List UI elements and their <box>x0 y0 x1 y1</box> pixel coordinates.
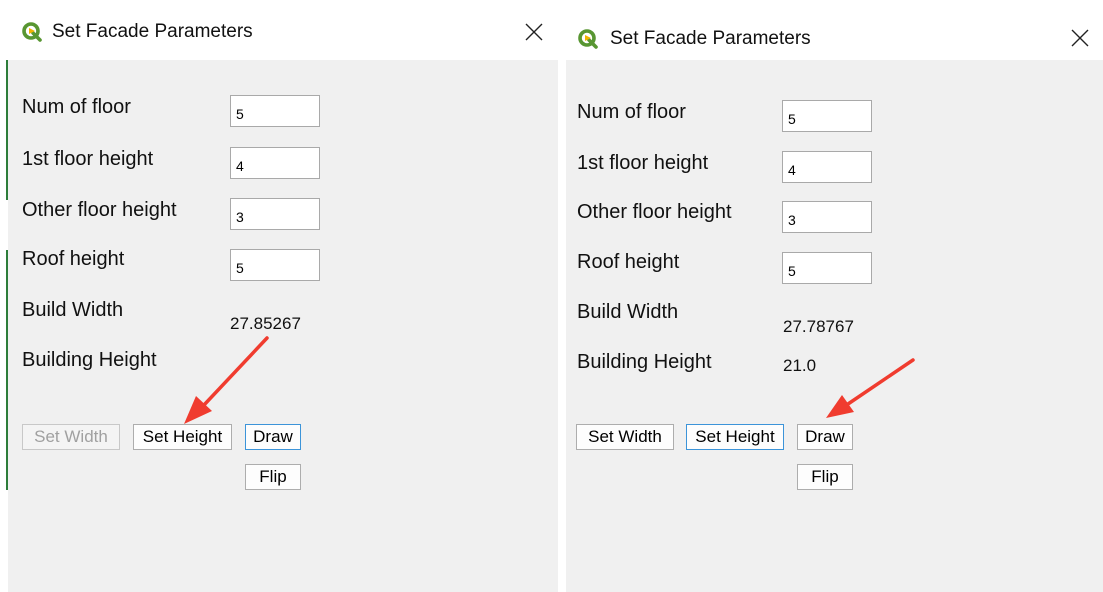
num-floor-label: Num of floor <box>577 101 686 123</box>
other-floor-height-input[interactable]: 3 <box>782 201 872 233</box>
background-window-edge <box>0 0 8 592</box>
close-icon[interactable] <box>1069 27 1091 49</box>
flip-button[interactable]: Flip <box>245 464 301 490</box>
qgis-logo-icon <box>578 29 598 49</box>
other-floor-height-label: Other floor height <box>22 199 177 221</box>
set-height-button[interactable]: Set Height <box>133 424 232 450</box>
qgis-logo-icon <box>22 22 42 42</box>
other-floor-height-label: Other floor height <box>577 201 732 223</box>
set-width-button[interactable]: Set Width <box>576 424 674 450</box>
flip-button[interactable]: Flip <box>797 464 853 490</box>
num-floor-input[interactable]: 5 <box>230 95 320 127</box>
build-width-label: Build Width <box>577 301 679 323</box>
building-height-value: 21.0 <box>783 356 817 375</box>
window-title: Set Facade Parameters <box>610 28 811 49</box>
draw-button[interactable]: Draw <box>797 424 853 450</box>
build-width-value: 27.78767 <box>783 317 854 336</box>
other-floor-height-input[interactable]: 3 <box>230 198 320 230</box>
close-icon[interactable] <box>523 21 545 43</box>
title-bar: Set Facade Parameters <box>8 0 558 60</box>
set-height-button[interactable]: Set Height <box>686 424 784 450</box>
num-floor-input[interactable]: 5 <box>782 100 872 132</box>
facade-dialog-after: Set Facade Parameters Num of floor 5 1st… <box>566 0 1103 592</box>
build-width-label: Build Width <box>22 299 124 321</box>
facade-dialog-before: Set Facade Parameters Num of floor 5 1st… <box>8 0 558 592</box>
set-width-button[interactable]: Set Width <box>22 424 120 450</box>
divider-gap <box>558 0 566 592</box>
roof-height-label: Roof height <box>577 251 680 273</box>
first-floor-height-label: 1st floor height <box>22 148 154 170</box>
roof-height-input[interactable]: 5 <box>230 249 320 281</box>
window-title: Set Facade Parameters <box>52 21 253 42</box>
num-floor-label: Num of floor <box>22 96 131 118</box>
roof-height-label: Roof height <box>22 248 125 270</box>
first-floor-height-label: 1st floor height <box>577 152 709 174</box>
roof-height-input[interactable]: 5 <box>782 252 872 284</box>
title-bar: Set Facade Parameters <box>566 0 1103 60</box>
first-floor-height-input[interactable]: 4 <box>230 147 320 179</box>
first-floor-height-input[interactable]: 4 <box>782 151 872 183</box>
draw-button[interactable]: Draw <box>245 424 301 450</box>
building-height-label: Building Height <box>577 351 712 373</box>
build-width-value: 27.85267 <box>230 314 301 333</box>
building-height-label: Building Height <box>22 349 157 371</box>
